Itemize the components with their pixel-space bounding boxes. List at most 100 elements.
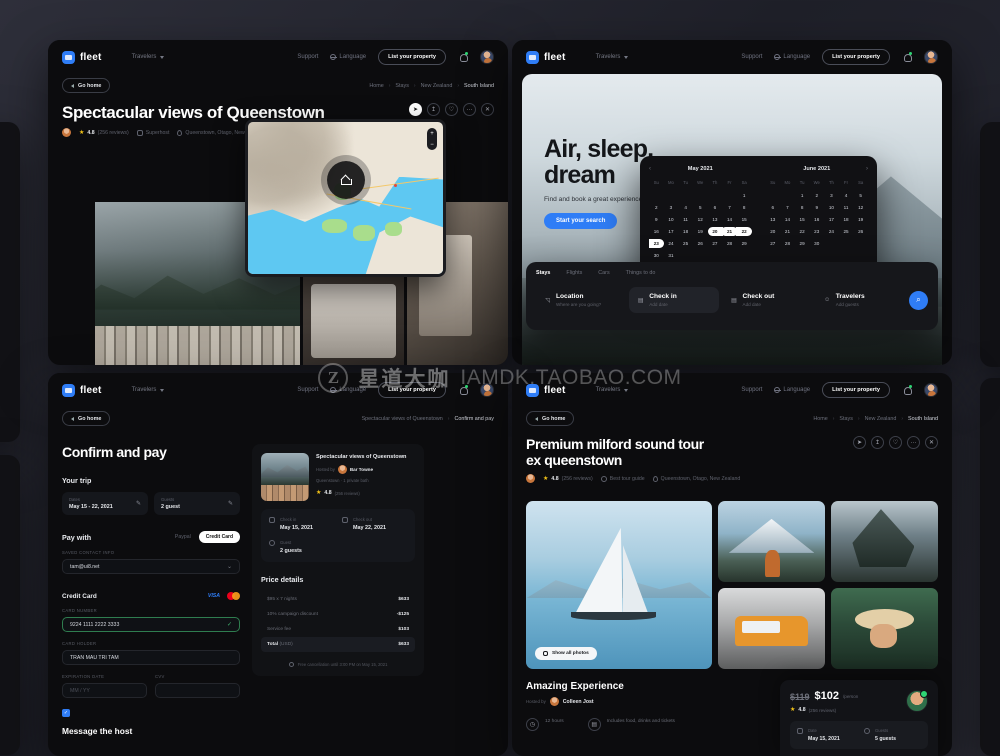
calendar-day[interactable]: 10 [824, 202, 839, 213]
share-icon[interactable]: ↥ [871, 436, 884, 449]
gallery-photo-sailboat[interactable]: Show all photos [526, 501, 713, 669]
cvv-input[interactable] [155, 683, 240, 698]
nav-support-link[interactable]: Support [741, 54, 762, 60]
breadcrumb-item[interactable]: Home [813, 416, 827, 422]
calendar-day[interactable]: 6 [708, 202, 723, 213]
card-number-input[interactable]: 9224 1111 2222 3333 ✓ [62, 617, 240, 632]
nav-support-link[interactable]: Support [741, 387, 762, 393]
calendar-day[interactable]: 18 [839, 214, 854, 225]
search-field-location[interactable]: ◹ Location Where are you going? [536, 287, 625, 313]
calendar-day[interactable]: 17 [664, 226, 679, 237]
avatar[interactable] [924, 50, 938, 64]
calendar-day[interactable]: 9 [809, 202, 824, 213]
calendar-day[interactable]: 16 [649, 226, 664, 237]
heart-icon[interactable]: ♡ [445, 103, 458, 116]
nav-language-link[interactable]: Language [330, 387, 366, 393]
calendar-day[interactable]: 14 [722, 214, 737, 225]
share-icon[interactable]: ↥ [427, 103, 440, 116]
brand[interactable]: fleet [526, 383, 566, 397]
nav-support-link[interactable]: Support [297, 54, 318, 60]
calendar-day[interactable]: 15 [795, 214, 810, 225]
search-field-check-out[interactable]: ▤ Check out Add date [723, 287, 812, 313]
list-your-property-button[interactable]: List your property [378, 382, 446, 398]
summary-guests[interactable]: Guest 2 guests [269, 540, 407, 554]
calendar-day[interactable]: 12 [693, 214, 708, 225]
breadcrumb-item[interactable]: Home [369, 83, 383, 89]
calendar-day[interactable]: 10 [664, 214, 679, 225]
calendar-day[interactable]: 21 [780, 226, 795, 237]
calendar-day[interactable]: 2 [649, 202, 664, 213]
calendar-day[interactable]: 27 [766, 238, 781, 249]
breadcrumb-item[interactable]: New Zealand [421, 83, 453, 89]
go-home-button[interactable]: Go home [62, 411, 111, 426]
send-icon[interactable]: ➤ [853, 436, 866, 449]
calendar-day[interactable]: 25 [678, 238, 693, 249]
calendar-day[interactable]: 8 [737, 202, 752, 213]
calendar-day[interactable]: 7 [780, 202, 795, 213]
brand[interactable]: fleet [62, 383, 102, 397]
go-home-button[interactable]: Go home [526, 411, 575, 426]
search-tab-cars[interactable]: Cars [598, 270, 609, 276]
show-all-photos-button[interactable]: Show all photos [535, 647, 597, 660]
calendar-day[interactable]: 3 [824, 190, 839, 201]
home-marker-icon[interactable] [326, 160, 365, 199]
checkbox-checked-icon[interactable]: ✓ [62, 709, 70, 717]
calendar-day[interactable]: 23 [809, 226, 824, 237]
map-zoom-in-button[interactable]: + [430, 131, 434, 137]
calendar-day[interactable]: 21 [721, 226, 738, 237]
calendar-day[interactable]: 19 [693, 226, 708, 237]
calendar-day[interactable]: 23 [649, 238, 664, 249]
map-zoom-controls[interactable]: + − [427, 128, 437, 150]
list-your-property-button[interactable]: List your property [822, 382, 890, 398]
calendar-day[interactable]: 11 [678, 214, 693, 225]
card-holder-input[interactable]: TRAN MAU TRI TAM [62, 650, 240, 665]
trip-dates-box[interactable]: Dates May 15 - 22, 2021 ✎ [62, 492, 148, 515]
summary-checkin[interactable]: Check in May 15, 2021 [269, 517, 334, 531]
calendar-day[interactable]: 20 [766, 226, 781, 237]
calendar-day[interactable]: 13 [766, 214, 781, 225]
heart-icon[interactable]: ♡ [889, 436, 902, 449]
calendar-day[interactable]: 2 [809, 190, 824, 201]
search-tab-things-to-do[interactable]: Things to do [626, 270, 656, 276]
calendar-day[interactable]: 13 [708, 214, 723, 225]
gallery-photo-cliff[interactable] [831, 501, 938, 582]
calendar-day[interactable]: 19 [853, 214, 868, 225]
calendar-day[interactable]: 31 [664, 250, 679, 261]
calendar-day[interactable]: 28 [780, 238, 795, 249]
calendar-day[interactable]: 17 [824, 214, 839, 225]
calendar-day[interactable]: 16 [809, 214, 824, 225]
calendar-day[interactable]: 11 [839, 202, 854, 213]
calendar-day[interactable]: 1 [737, 190, 752, 201]
brand[interactable]: fleet [526, 50, 566, 64]
calendar-day[interactable]: 26 [693, 238, 708, 249]
gallery-photo-portrait[interactable] [831, 588, 938, 669]
expiration-input[interactable]: MM / YY [62, 683, 147, 698]
calendar-day[interactable]: 12 [853, 202, 868, 213]
nav-support-link[interactable]: Support [297, 387, 318, 393]
avatar[interactable] [480, 50, 494, 64]
calendar-day[interactable]: 24 [664, 238, 679, 249]
search-icon[interactable]: ⌕ [909, 290, 928, 310]
nav-travelers-dropdown[interactable]: Travelers [596, 387, 629, 393]
calendar-day[interactable]: 5 [853, 190, 868, 201]
credit-card-option[interactable]: Credit Card [198, 531, 240, 543]
calendar-day[interactable]: 7 [722, 202, 737, 213]
search-field-travelers[interactable]: ☺ Travelers Add guests [816, 287, 905, 313]
calendar-day[interactable]: 4 [839, 190, 854, 201]
chevron-left-icon[interactable]: ‹ [649, 166, 651, 172]
bell-icon[interactable] [902, 385, 912, 395]
calendar-day[interactable]: 30 [809, 238, 824, 249]
gallery-photo-hiker[interactable] [718, 501, 826, 582]
search-field-check-in[interactable]: ▤ Check in Add date [629, 287, 719, 313]
search-tab-stays[interactable]: Stays [536, 270, 550, 276]
avatar[interactable] [924, 383, 938, 397]
booking-field-date[interactable]: Date May 15, 2021 [797, 728, 854, 742]
calendar-day[interactable]: 9 [649, 214, 664, 225]
bell-icon[interactable] [902, 52, 912, 62]
breadcrumb-item[interactable]: Spectacular views of Queenstown [362, 416, 443, 422]
breadcrumb-item[interactable]: Stays [839, 416, 852, 422]
brand[interactable]: fleet [62, 50, 102, 64]
breadcrumb-item[interactable]: Stays [395, 83, 408, 89]
map-overlay[interactable]: + − [245, 119, 446, 277]
more-icon[interactable]: ··· [907, 436, 920, 449]
